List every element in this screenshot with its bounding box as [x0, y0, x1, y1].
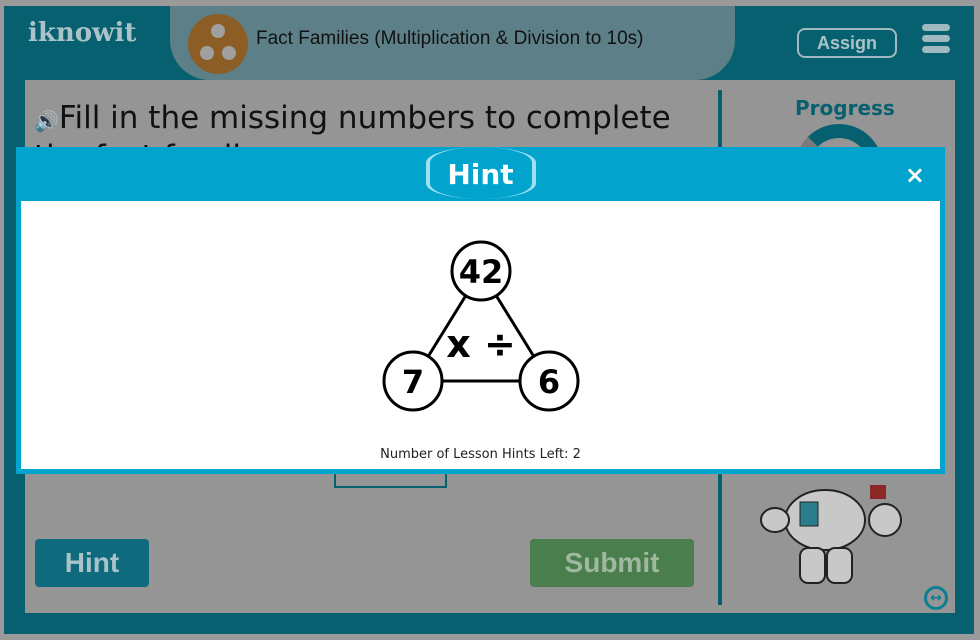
fact-family-icon	[188, 14, 248, 74]
expand-icon[interactable]: ↔	[924, 586, 948, 610]
operators: x ÷	[446, 322, 516, 366]
hint-modal: Hint × 42 7 6 x ÷ Number of Lesson Hints…	[16, 147, 945, 474]
close-icon[interactable]: ×	[905, 161, 925, 189]
topic-title: Fact Families (Multiplication & Division…	[256, 28, 644, 49]
hamburger-icon[interactable]	[922, 24, 950, 57]
modal-body: 42 7 6 x ÷ Number of Lesson Hints Left: …	[21, 201, 940, 469]
left-number: 7	[402, 363, 424, 401]
speaker-icon[interactable]: 🔊	[34, 109, 59, 133]
logo[interactable]: iknowit	[28, 18, 136, 48]
progress-label: Progress	[795, 96, 895, 120]
top-number: 42	[459, 253, 504, 291]
fact-triangle: 42 7 6 x ÷	[382, 240, 580, 412]
assign-button[interactable]: Assign	[797, 28, 897, 58]
hints-left: Number of Lesson Hints Left: 2	[380, 447, 581, 462]
hint-button[interactable]: Hint	[35, 539, 149, 587]
topic-banner: Fact Families (Multiplication & Division…	[170, 6, 735, 80]
astronaut-mascot	[760, 485, 902, 584]
right-number: 6	[538, 363, 560, 401]
modal-title: Hint	[425, 147, 536, 199]
submit-button[interactable]: Submit	[530, 539, 694, 587]
